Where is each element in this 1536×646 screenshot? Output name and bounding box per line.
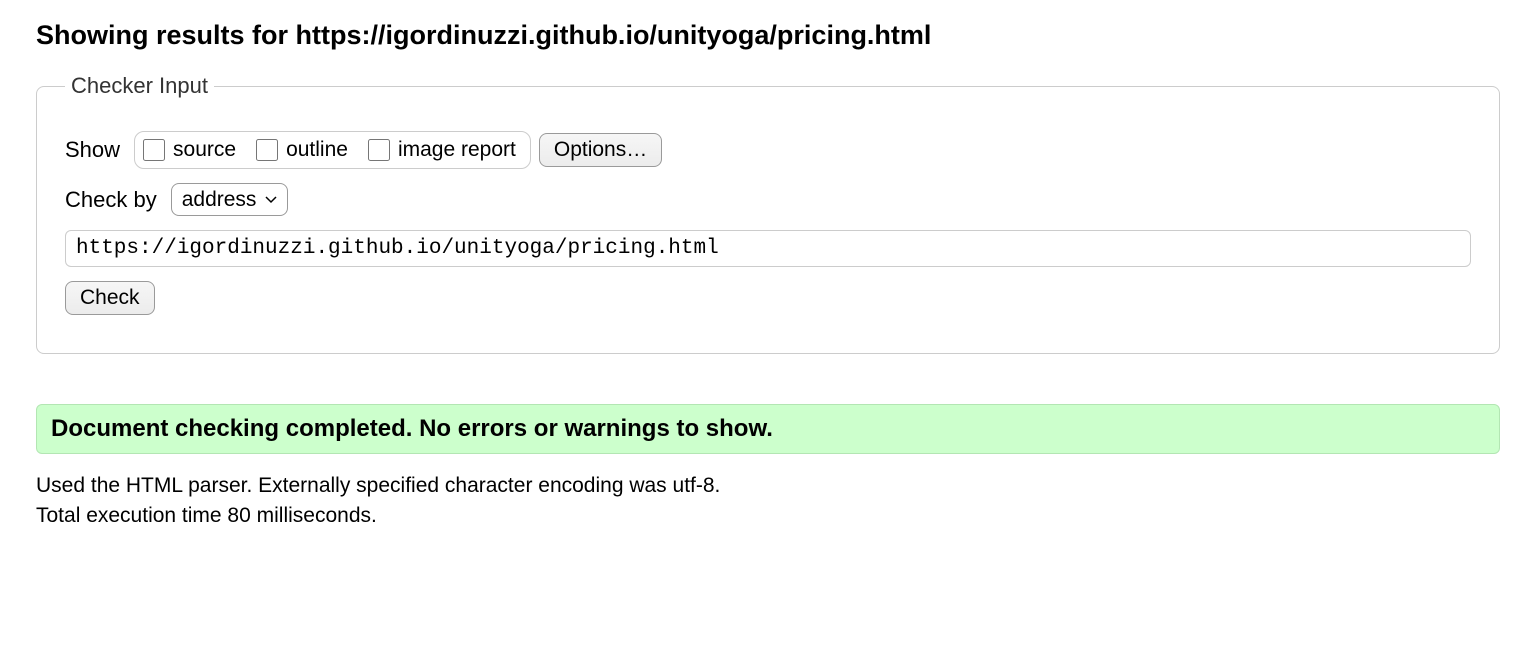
source-checkbox-label: source bbox=[173, 138, 236, 162]
check-by-row: Check by address bbox=[65, 183, 1471, 216]
image-report-checkbox[interactable] bbox=[368, 139, 390, 161]
timing-info: Total execution time 80 milliseconds. bbox=[36, 504, 1500, 528]
source-checkbox-item: source bbox=[143, 138, 236, 162]
url-row bbox=[65, 230, 1471, 267]
image-report-checkbox-item: image report bbox=[368, 138, 516, 162]
fieldset-legend: Checker Input bbox=[65, 73, 214, 99]
check-button[interactable]: Check bbox=[65, 281, 155, 315]
outline-checkbox-item: outline bbox=[256, 138, 348, 162]
options-button[interactable]: Options… bbox=[539, 133, 662, 167]
image-report-checkbox-label: image report bbox=[398, 138, 516, 162]
url-input[interactable] bbox=[65, 230, 1471, 267]
parser-info: Used the HTML parser. Externally specifi… bbox=[36, 474, 1500, 498]
results-heading: Showing results for https://igordinuzzi.… bbox=[36, 18, 1500, 53]
check-by-label: Check by bbox=[65, 187, 157, 213]
show-row: Show source outline image report Options… bbox=[65, 131, 1471, 169]
show-checkbox-group: source outline image report bbox=[134, 131, 531, 169]
show-label: Show bbox=[65, 137, 120, 163]
success-message: Document checking completed. No errors o… bbox=[36, 404, 1500, 454]
outline-checkbox[interactable] bbox=[256, 139, 278, 161]
source-checkbox[interactable] bbox=[143, 139, 165, 161]
check-button-row: Check bbox=[65, 281, 1471, 315]
check-by-select[interactable]: address bbox=[171, 183, 288, 216]
checker-input-fieldset: Checker Input Show source outline image … bbox=[36, 73, 1500, 354]
outline-checkbox-label: outline bbox=[286, 138, 348, 162]
